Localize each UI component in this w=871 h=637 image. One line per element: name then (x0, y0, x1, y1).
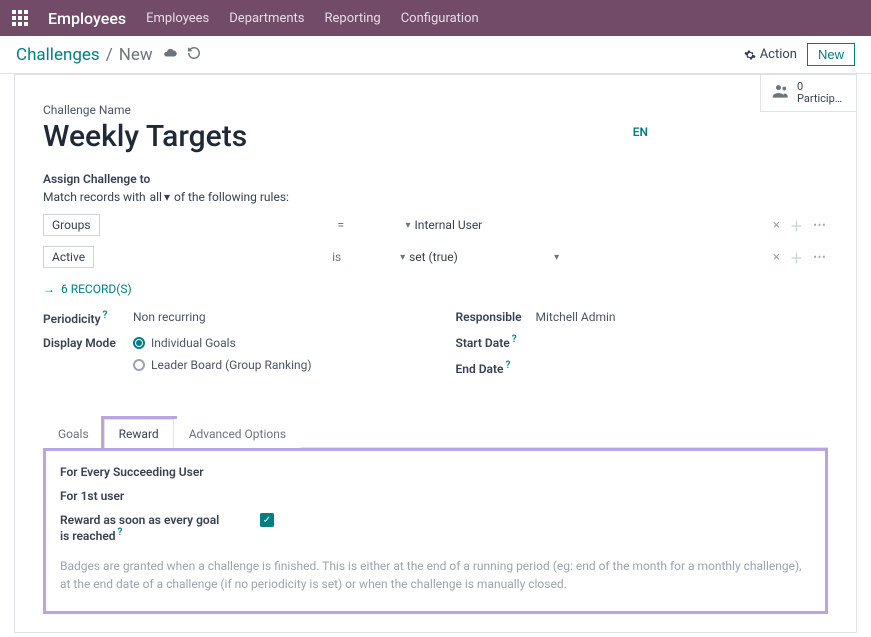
rule-value-select[interactable]: ▾ set (true) (400, 250, 540, 264)
rule-operator[interactable]: = (338, 218, 398, 232)
arrow-right-icon: → (43, 282, 55, 296)
notebook-tabs: Goals Reward Advanced Options (43, 418, 828, 448)
help-icon[interactable]: ? (505, 360, 510, 371)
rule-remove-icon[interactable]: × (773, 218, 780, 233)
challenge-name-input[interactable]: Weekly Targets (43, 119, 633, 154)
name-field-label: Challenge Name (43, 103, 828, 117)
caret-down-icon: ▾ (164, 190, 170, 204)
caret-down-icon: ▾ (400, 252, 405, 263)
caret-down-icon[interactable]: ▾ (554, 252, 559, 263)
participants-label: Participa… (797, 93, 846, 105)
responsible-value[interactable]: Mitchell Admin (536, 310, 616, 324)
tab-reward[interactable]: Reward (104, 419, 174, 448)
cloud-save-icon[interactable] (163, 46, 177, 64)
nav-configuration[interactable]: Configuration (401, 11, 479, 26)
rule-more-icon[interactable]: ⋯ (813, 250, 828, 265)
participants-count: 0 (797, 81, 846, 93)
end-date-label: End Date? (456, 360, 536, 376)
breadcrumb-separator: / (106, 45, 113, 65)
responsible-label: Responsible (456, 310, 536, 324)
rule-field-select[interactable]: Active (43, 246, 94, 268)
radio-checked-icon (133, 337, 145, 349)
tab-advanced[interactable]: Advanced Options (174, 419, 301, 448)
users-icon (771, 81, 791, 105)
breadcrumb-root[interactable]: Challenges (16, 45, 100, 65)
action-menu[interactable]: Action (744, 47, 797, 62)
tab-goals[interactable]: Goals (43, 419, 104, 448)
apps-icon[interactable] (12, 10, 28, 26)
reward-asap-label: Reward as soon as every goal is reached? (60, 513, 220, 543)
language-toggle[interactable]: EN (633, 125, 648, 139)
display-mode-label: Display Mode (43, 336, 133, 350)
periodicity-value[interactable]: Non recurring (133, 310, 206, 324)
domain-rule-row: Active is ▾ set (true) ▾ × ＋ ⋯ (43, 246, 828, 268)
rule-value-select[interactable]: ▾ Internal User (406, 218, 546, 232)
nav-reporting[interactable]: Reporting (324, 11, 380, 26)
start-date-label: Start Date? (456, 334, 536, 350)
discard-icon[interactable] (187, 46, 201, 64)
radio-unchecked-icon (133, 359, 145, 371)
assign-label: Assign Challenge to (43, 172, 828, 186)
rule-more-icon[interactable]: ⋯ (813, 218, 828, 233)
gear-icon (744, 49, 756, 61)
rule-remove-icon[interactable]: × (773, 250, 780, 265)
caret-down-icon: ▾ (406, 220, 411, 231)
reward-asap-checkbox[interactable]: ✓ (260, 513, 274, 527)
reward-tab-panel: For Every Succeeding User For 1st user R… (43, 448, 828, 614)
help-icon[interactable]: ? (118, 527, 123, 538)
rule-field-select[interactable]: Groups (43, 214, 100, 236)
display-mode-individual[interactable]: Individual Goals (133, 336, 312, 350)
nav-departments[interactable]: Departments (229, 11, 304, 26)
domain-rule-row: Groups = ▾ Internal User × ＋ ⋯ (43, 214, 828, 236)
reward-first-user-label: For 1st user (60, 489, 220, 503)
rule-operator[interactable]: is (332, 250, 392, 264)
help-icon[interactable]: ? (103, 310, 108, 321)
reward-every-user-label: For Every Succeeding User (60, 465, 220, 479)
matching-records-link[interactable]: → 6 RECORD(S) (43, 282, 828, 296)
reward-help-text: Badges are granted when a challenge is f… (60, 557, 811, 593)
participants-stat-button[interactable]: 0 Participa… (760, 75, 856, 112)
domain-match-line: Match records with all ▾ of the followin… (43, 190, 828, 204)
display-mode-leaderboard[interactable]: Leader Board (Group Ranking) (133, 358, 312, 372)
new-button[interactable]: New (807, 43, 855, 66)
rule-add-icon[interactable]: ＋ (790, 216, 803, 235)
nav-employees[interactable]: Employees (146, 11, 209, 26)
control-panel: Challenges / New Action New (0, 36, 871, 74)
breadcrumb-current: New (119, 45, 153, 65)
match-mode-dropdown[interactable]: all ▾ (150, 190, 170, 204)
form-sheet: 0 Participa… Challenge Name Weekly Targe… (14, 74, 857, 633)
periodicity-label: Periodicity? (43, 310, 133, 326)
help-icon[interactable]: ? (512, 334, 517, 345)
main-navbar: Employees Employees Departments Reportin… (0, 0, 871, 36)
breadcrumb: Challenges / New (16, 45, 153, 65)
rule-add-icon[interactable]: ＋ (790, 248, 803, 267)
app-brand[interactable]: Employees (48, 9, 126, 28)
